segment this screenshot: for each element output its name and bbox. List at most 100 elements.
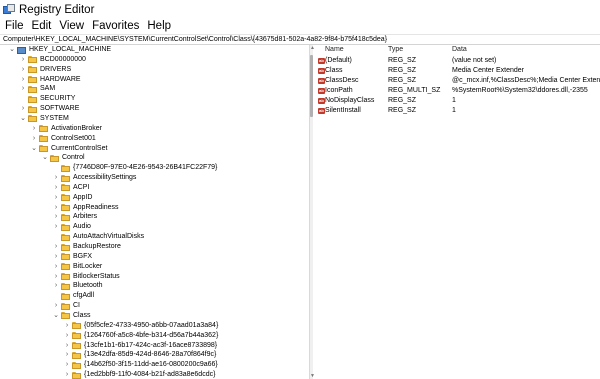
tree-node[interactable]: › {1264760f-a5c8-4bfe-b314-d56a7b44a362} — [63, 331, 218, 341]
tree-node-label: CurrentControlSet — [51, 144, 108, 152]
tree-node-label: {13e42dfa-85d9-424d-8646-28a70f864f9c} — [84, 351, 217, 359]
chevron-down-icon[interactable]: ⌄ — [8, 45, 16, 55]
value-row[interactable]: ab (Default) REG_SZ (value not set) — [315, 56, 600, 66]
tree-node-label: BGFX — [73, 252, 93, 260]
chevron-right-icon[interactable]: › — [52, 203, 60, 213]
tree-node[interactable]: cfgAdll — [52, 291, 94, 301]
folder-icon — [72, 322, 81, 330]
tree-node[interactable]: › ActivationBroker — [30, 124, 102, 134]
chevron-right-icon[interactable]: › — [63, 341, 71, 351]
chevron-right-icon[interactable]: › — [52, 222, 60, 232]
menu-view[interactable]: View — [55, 19, 88, 34]
tree-node[interactable]: › {13cfe1b1-6b17-424c-ac3f-16ace8733898} — [63, 341, 217, 351]
chevron-right-icon[interactable]: › — [19, 104, 27, 114]
chevron-down-icon[interactable]: ⌄ — [19, 114, 27, 124]
chevron-right-icon[interactable]: › — [63, 370, 71, 379]
tree-node[interactable]: › BitlockerStatus — [52, 272, 120, 282]
tree-node-label: BitLocker — [73, 262, 103, 270]
chevron-right-icon[interactable]: › — [52, 252, 60, 262]
chevron-right-icon[interactable]: › — [52, 301, 60, 311]
value-row[interactable]: ab SilentInstall REG_SZ 1 — [315, 106, 600, 116]
tree-node[interactable]: › CI — [52, 301, 80, 311]
tree-node[interactable]: ⌄ Class — [52, 311, 91, 321]
chevron-right-icon[interactable]: › — [19, 65, 27, 75]
folder-icon — [61, 302, 70, 310]
values-pane[interactable]: Name Type Data ab (Default) REG_SZ (value n… — [315, 45, 600, 379]
tree-node[interactable]: › Arbiters — [52, 212, 97, 222]
column-header-name[interactable]: Name — [325, 45, 344, 55]
tree-node[interactable]: › SAM — [19, 84, 55, 94]
chevron-right-icon[interactable]: › — [63, 321, 71, 331]
chevron-down-icon[interactable]: ⌄ — [41, 153, 49, 163]
tree-node[interactable]: › BackupRestore — [52, 242, 121, 252]
menu-favorites[interactable]: Favorites — [88, 19, 143, 34]
string-value-icon: ab — [318, 68, 325, 74]
column-header-type[interactable]: Type — [388, 45, 403, 55]
tree-node[interactable]: ⌄ Control — [41, 153, 85, 163]
scroll-down-icon[interactable]: ▼ — [310, 373, 315, 379]
chevron-right-icon[interactable]: › — [63, 350, 71, 360]
value-row[interactable]: ab NoDisplayClass REG_SZ 1 — [315, 96, 600, 106]
chevron-right-icon[interactable]: › — [63, 360, 71, 370]
chevron-right-icon[interactable]: › — [52, 183, 60, 193]
tree-node[interactable]: › ACPI — [52, 183, 89, 193]
scroll-up-icon[interactable]: ▲ — [310, 45, 315, 51]
tree-scrollbar[interactable]: ▲ ▼ — [309, 45, 315, 379]
tree-node[interactable]: › Bluetooth — [52, 281, 103, 291]
scroll-thumb[interactable] — [310, 55, 313, 117]
menu-help[interactable]: Help — [143, 19, 175, 34]
chevron-right-icon[interactable]: › — [30, 124, 38, 134]
tree-node[interactable]: › BitLocker — [52, 262, 102, 272]
tree-node[interactable]: › BCD00000000 — [19, 55, 86, 65]
tree-node[interactable]: › ControlSet001 — [30, 134, 96, 144]
chevron-right-icon[interactable]: › — [52, 272, 60, 282]
folder-icon — [61, 204, 70, 212]
tree-node[interactable]: › {13e42dfa-85d9-424d-8646-28a70f864f9c} — [63, 350, 216, 360]
value-name: Class — [325, 67, 343, 74]
tree-node[interactable]: › BGFX — [52, 252, 92, 262]
folder-icon — [28, 76, 37, 84]
chevron-right-icon[interactable]: › — [52, 212, 60, 222]
menu-file[interactable]: File — [0, 19, 28, 34]
tree-node[interactable]: › {14b62f50-3f15-11dd-ae16-0800200c9a66} — [63, 360, 218, 370]
tree-node[interactable]: › DRIVERS — [19, 65, 71, 75]
tree-node[interactable]: › AppReadiness — [52, 203, 119, 213]
tree-node-label: CI — [73, 302, 80, 310]
chevron-right-icon[interactable]: › — [19, 75, 27, 85]
tree-node[interactable]: › {05f5cfe2-4733-4950-a6bb-07aad01a3a84} — [63, 321, 218, 331]
string-value-icon: ab — [318, 88, 325, 94]
chevron-down-icon[interactable]: ⌄ — [52, 311, 60, 321]
value-row[interactable]: ab ClassDesc REG_SZ @c_mcx.inf,%ClassDesc%;… — [315, 76, 600, 86]
tree-node[interactable]: ⌄ CurrentControlSet — [30, 144, 107, 154]
chevron-right-icon[interactable]: › — [63, 331, 71, 341]
tree-node-label: {7746D80F-97E0-4E26-9543-26B41FC22F79} — [73, 164, 218, 172]
chevron-right-icon[interactable]: › — [30, 134, 38, 144]
tree-node[interactable]: {7746D80F-97E0-4E26-9543-26B41FC22F79} — [52, 163, 217, 173]
tree-node[interactable]: ⌄ SYSTEM — [19, 114, 69, 124]
menu-edit[interactable]: Edit — [28, 19, 56, 34]
value-data: 1 — [452, 107, 456, 114]
tree-node[interactable]: › Audio — [52, 222, 91, 232]
tree-node[interactable]: › HARDWARE — [19, 75, 81, 85]
chevron-right-icon[interactable]: › — [52, 193, 60, 203]
key-tree-pane[interactable]: ⌄ HKEY_LOCAL_MACHINE › BCD00000000 › DRIVERS ›… — [0, 45, 309, 379]
tree-node[interactable]: › AppID — [52, 193, 92, 203]
tree-node[interactable]: › SOFTWARE — [19, 104, 79, 114]
tree-node[interactable]: › {1ed2bbf9-11f0-4084-b21f-ad83a8e6dcdc} — [63, 370, 215, 379]
value-row[interactable]: ab Class REG_SZ Media Center Extender — [315, 66, 600, 76]
tree-node[interactable]: ⌄ HKEY_LOCAL_MACHINE — [8, 45, 111, 55]
chevron-down-icon[interactable]: ⌄ — [30, 144, 38, 154]
column-header-data[interactable]: Data — [452, 45, 467, 55]
folder-icon — [72, 342, 81, 349]
chevron-right-icon[interactable]: › — [19, 84, 27, 94]
address-bar[interactable]: Computer\HKEY_LOCAL_MACHINE\SYSTEM\Curre… — [0, 34, 600, 45]
chevron-right-icon[interactable]: › — [52, 242, 60, 252]
tree-node[interactable]: AutoAttachVirtualDisks — [52, 232, 144, 242]
tree-node[interactable]: › AccessibilitySettings — [52, 173, 136, 183]
tree-node[interactable]: SECURITY — [19, 94, 75, 104]
chevron-right-icon[interactable]: › — [52, 281, 60, 291]
chevron-right-icon[interactable]: › — [19, 55, 27, 65]
chevron-right-icon[interactable]: › — [52, 173, 60, 183]
value-row[interactable]: ab IconPath REG_MULTI_SZ %SystemRoot%\Syste… — [315, 86, 600, 96]
chevron-right-icon[interactable]: › — [52, 262, 60, 272]
